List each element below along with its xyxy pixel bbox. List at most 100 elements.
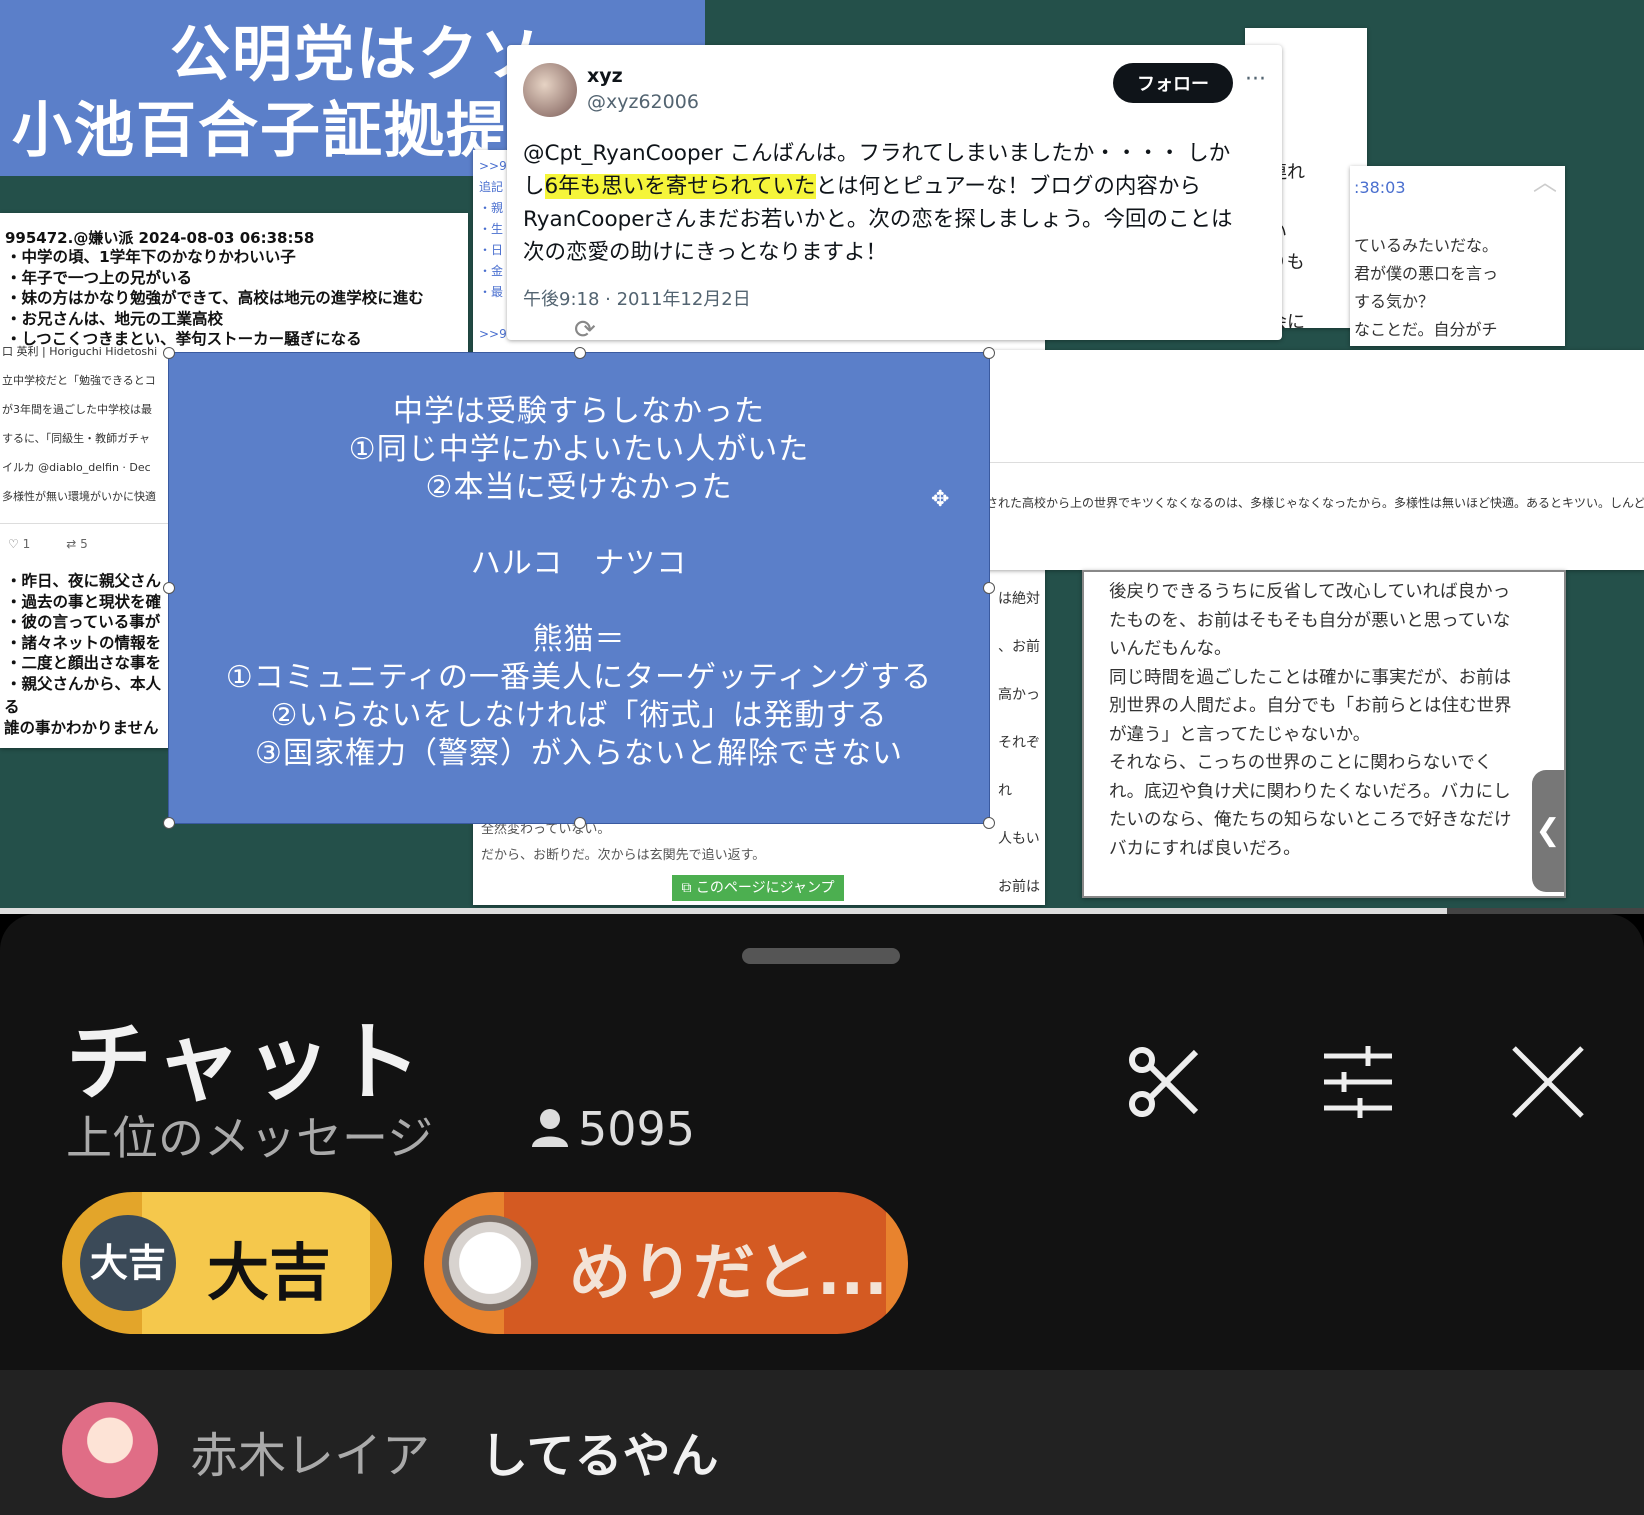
note-subline: するに、「同級生・教師ガチャ	[2, 432, 151, 445]
chevron-left-icon: ❮	[1535, 813, 1561, 848]
note-item: 彼の言っている事が	[6, 612, 161, 633]
document-line: なことだ。自分がチ	[1354, 320, 1498, 339]
donor-name: 大吉	[207, 1236, 332, 1309]
note-item: 諸々ネットの情報を	[6, 633, 162, 654]
scissors-icon[interactable]	[1124, 1042, 1204, 1122]
text-box-slide[interactable]: 中学は受験すらしなかった ①同じ中学にかよいたい人がいた ②本当に受けなかった ハル…	[163, 315, 995, 829]
resize-handle[interactable]	[163, 582, 175, 594]
resize-handle[interactable]	[574, 817, 586, 829]
message-author[interactable]: 赤木レイア	[190, 1416, 430, 1486]
chat-mode-selector[interactable]: 上位のメッセージ	[66, 1102, 433, 1168]
resize-handle[interactable]	[983, 347, 995, 359]
document-line: 高かっ	[998, 687, 1040, 703]
message-text: してるやん	[480, 1428, 719, 1484]
document-line: 君が僕の悪口を言っ	[1354, 264, 1499, 283]
drag-handle[interactable]	[742, 948, 900, 964]
side-panel-toggle[interactable]: ❮	[1532, 770, 1564, 892]
slide-line	[169, 507, 989, 545]
slide-line: ②いらないをしなければ「術式」は発動する	[270, 698, 888, 733]
title-line-1: 公明党はクソ	[170, 20, 542, 90]
more-options-icon[interactable]: ···	[1245, 67, 1266, 92]
slide-line	[169, 583, 989, 621]
pinned-donor-meridato[interactable]: めりだと...	[424, 1192, 908, 1334]
document-line: バカにすれば良いだろ。	[1109, 838, 1301, 859]
note-subline: イルカ @diablo_delfin · Dec	[2, 461, 151, 474]
slide-line: ハルコ ナツコ	[470, 546, 688, 581]
note-item: 二度と顔出さな事を	[6, 653, 162, 674]
note-subline: が3年間を過ごした中学校は最	[2, 403, 152, 416]
person-icon	[532, 1109, 568, 1147]
chat-message[interactable]: 赤木レイア してるやん	[0, 1370, 1644, 1515]
background-document-lower-right: 後戻りできるうちに反省して改心していれば良かっ たものを、お前はそもそも自分が悪い…	[1082, 570, 1566, 898]
wide-doc-line: された高校から上の世界でキツくなくなるのは、多様じゃなくなったから。多様性は無い…	[986, 496, 1644, 510]
jump-label: このページにジャンプ	[695, 880, 835, 896]
mid-doc-foot-2: だから、お断りだ。次からは玄関先で追い返す。	[481, 848, 766, 863]
rotate-handle-icon[interactable]: ⟳	[574, 311, 596, 349]
note-subline: 口 英利 | Horiguchi Hidetoshi	[2, 345, 158, 358]
document-line: たいのなら、俺たちの知らないところで好きなだけ	[1109, 810, 1512, 830]
tweet-text: @Cpt_RyanCooper こんばんは。フラれてしまいましたか・・・・ しか…	[523, 137, 1243, 269]
resize-handle[interactable]	[163, 817, 175, 829]
notes-tail-1: る	[4, 698, 20, 716]
slide-line: ③国家権力（警察）が入らないと解除できない	[255, 736, 903, 771]
tweet-timestamp: 午後9:18 · 2011年12月2日	[523, 289, 751, 310]
document-line: それぞれ	[998, 735, 1040, 799]
tweet-author-handle[interactable]: @xyz62006	[587, 91, 699, 113]
chevron-up-icon: ︿	[1533, 168, 1557, 196]
move-cursor-icon: ✥	[931, 487, 950, 512]
right-doc-time: :38:03	[1354, 178, 1406, 197]
document-line: いんだもんな。	[1109, 639, 1232, 659]
title-line-2: 小池百合子証拠提	[12, 96, 508, 166]
document-line: は絶対	[998, 591, 1040, 607]
follow-button[interactable]: フォロー	[1113, 63, 1233, 103]
video-frame[interactable]: 公明党はクソ 小池百合子証拠提 >>99 追記 ・親 ・生 ・日 ・金 ・最 >>9 は絶対、…	[0, 0, 1644, 912]
document-line: れ。底辺や負け犬に関わりたくないだろ。バカにし	[1109, 781, 1511, 802]
tweet-author-name[interactable]: xyz	[587, 65, 623, 87]
donor-avatar: 大吉	[80, 1215, 176, 1311]
document-line: 後戻りできるうちに反省して改心していれば良かっ	[1109, 582, 1511, 602]
tweet-avatar[interactable]	[523, 63, 577, 117]
note-subline: 立中学校だと「勉強できるとコ	[2, 374, 156, 387]
document-line: お前は	[998, 879, 1040, 895]
notes-header: 995472.@嫌い派 2024-08-03 06:38:58	[5, 229, 315, 247]
pinned-donor-daikichi[interactable]: 大吉 大吉	[62, 1192, 392, 1334]
cat-avatar	[442, 1215, 538, 1311]
note-item: 年子で一つ上の兄がいる	[6, 268, 424, 289]
document-line: 別世界の人間だよ。自分でも「お前らとは住む世界	[1109, 696, 1512, 716]
tweet-text-highlight: 6年も思いを寄せられていた	[544, 174, 816, 199]
slide-line: 中学は受験すらしなかった	[393, 394, 765, 429]
resize-handle[interactable]	[983, 582, 995, 594]
jump-to-page-button[interactable]: ⧉ このページにジャンプ	[672, 875, 844, 901]
viewer-count: 5095	[530, 1102, 695, 1156]
viewer-count-value: 5095	[578, 1102, 696, 1156]
resize-handle[interactable]	[983, 817, 995, 829]
document-line: が違う」と言ってたじゃないか。	[1109, 724, 1371, 745]
sliders-icon[interactable]	[1318, 1042, 1398, 1122]
document-line: する気か？	[1354, 292, 1435, 311]
note-item: 昨日、夜に親父さん	[6, 571, 162, 592]
background-document-wide: された高校から上の世界でキツくなくなるのは、多様じゃなくなったから。多様性は無い…	[984, 350, 1644, 570]
document-line: ているみたいだな。	[1354, 236, 1499, 255]
note-item: 中学の頃、1学年下のかなりかわいい子	[6, 247, 424, 268]
note-subline: 多様性が無い環境がいかに快適	[2, 490, 156, 503]
slide-line: ①コミュニティの一番美人にターゲッティングする	[225, 660, 933, 695]
document-line: 、お前	[998, 639, 1040, 655]
document-line: 人もい	[998, 831, 1040, 847]
document-line: たものを、お前はそもそも自分が悪いと思っていな	[1109, 610, 1511, 631]
resize-handle[interactable]	[163, 347, 175, 359]
notes-tail-2: 誰の事かわかりません	[4, 719, 159, 737]
chat-panel: チャット 上位のメッセージ 5095 大吉 大吉 めりだと... 赤木レイア し…	[0, 914, 1644, 1515]
note-item: お兄さんは、地元の工業高校	[6, 309, 424, 330]
background-document-right: :38:03 ︿ ているみたいだな。 君が僕の悪口を言っ する気か？ なことだ。自分が…	[1350, 166, 1565, 346]
close-icon[interactable]	[1508, 1042, 1588, 1122]
note-item: 過去の事と現状を確	[6, 592, 162, 613]
notes-list: 中学の頃、1学年下のかなりかわいい子年子で一つ上の兄がいる妹の方はかなり勉強がで…	[0, 247, 424, 350]
document-line: それなら、こっちの世界のことに関わらないでく	[1109, 753, 1493, 773]
slide-line: ①同じ中学にかよいたい人がいた	[348, 432, 810, 467]
donor-name: めりだと...	[569, 1236, 888, 1309]
author-avatar[interactable]	[62, 1402, 158, 1498]
slide-line: ②本当に受けなかった	[425, 470, 733, 505]
note-item: 妹の方はかなり勉強ができて、高校は地元の進学校に進む	[6, 288, 424, 309]
notes-list-2: 昨日、夜に親父さん過去の事と現状を確彼の言っている事が諸々ネットの情報を二度と顔…	[0, 571, 162, 694]
retweet-icon: ♡ 1 ⇄ 5	[8, 537, 88, 551]
